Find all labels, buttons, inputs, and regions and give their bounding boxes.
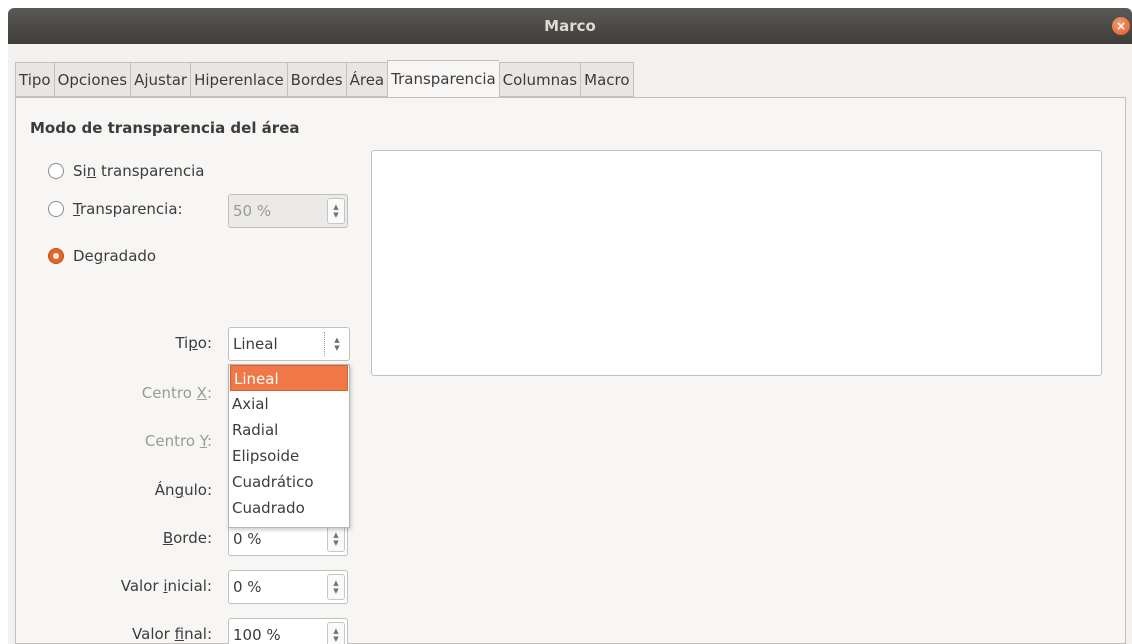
- close-icon[interactable]: ×: [1112, 17, 1130, 35]
- type-dropdown-list: Lineal Axial Radial Elipsoide Cuadrático…: [228, 364, 350, 528]
- gradient-label: Degradado: [73, 247, 157, 265]
- tab-area[interactable]: Área: [345, 62, 388, 97]
- center-x-label: Centro X:: [141, 384, 212, 402]
- dropdown-option-elipsoide[interactable]: Elipsoide: [229, 443, 349, 469]
- tab-tipo[interactable]: Tipo: [15, 62, 54, 97]
- start-value[interactable]: 0 %: [229, 578, 327, 596]
- radio-row-none[interactable]: Sin transparencia: [48, 162, 204, 180]
- window-title: Marco: [544, 17, 596, 35]
- preview-area: [371, 150, 1102, 376]
- end-value-spinbox[interactable]: 100 % ▲ ▼: [228, 618, 348, 644]
- spin-arrows-icon[interactable]: ▲ ▼: [327, 622, 345, 644]
- tab-bordes[interactable]: Bordes: [286, 62, 346, 97]
- start-value-label: Valor inicial:: [120, 577, 212, 595]
- gradient-radio[interactable]: [48, 248, 64, 264]
- spin-arrows-icon[interactable]: ▲ ▼: [327, 574, 345, 600]
- tab-hiperenlace[interactable]: Hiperenlace: [190, 62, 287, 97]
- radio-row-gradient[interactable]: Degradado: [48, 247, 156, 265]
- transparency-radio[interactable]: [48, 201, 64, 217]
- transparency-value: 50 %: [233, 202, 272, 220]
- tab-columnas[interactable]: Columnas: [498, 62, 581, 97]
- title-bar: Marco ×: [8, 8, 1132, 44]
- frame-dialog: Tipo Opciones Ajustar Hiperenlace Bordes…: [8, 44, 1132, 644]
- tab-opciones[interactable]: Opciones: [53, 62, 131, 97]
- border-label: Borde:: [162, 529, 212, 547]
- dropdown-option-radial[interactable]: Radial: [229, 417, 349, 443]
- chevron-updown-icon: ▲ ▼: [334, 336, 340, 352]
- border-value[interactable]: 0 %: [229, 530, 327, 548]
- type-label: Tipo:: [175, 334, 212, 352]
- end-value[interactable]: 100 %: [229, 626, 327, 644]
- dropdown-option-cuadratico[interactable]: Cuadrático: [229, 469, 349, 495]
- section-heading: Modo de transparencia del área: [30, 119, 300, 137]
- tab-ajustar[interactable]: Ajustar: [130, 62, 191, 97]
- center-y-label: Centro Y:: [144, 432, 212, 450]
- radio-row-transparency[interactable]: Transparencia:: [48, 200, 183, 218]
- spin-arrows-icon[interactable]: ▲ ▼: [327, 526, 345, 552]
- no-transparency-label: Sin transparencia: [73, 162, 205, 180]
- transparency-spinbox: 50 % ▲ ▼: [228, 194, 348, 228]
- transparency-label: Transparencia:: [73, 200, 183, 218]
- dropdown-option-cuadrado[interactable]: Cuadrado: [229, 495, 349, 521]
- end-value-label: Valor final:: [132, 625, 212, 643]
- dropdown-option-axial[interactable]: Axial: [229, 391, 349, 417]
- type-select[interactable]: Lineal ▲ ▼: [228, 327, 350, 361]
- spin-arrows-icon: ▲ ▼: [327, 198, 345, 224]
- dropdown-option-lineal[interactable]: Lineal: [230, 365, 348, 391]
- no-transparency-radio[interactable]: [48, 163, 64, 179]
- tab-bar: Tipo Opciones Ajustar Hiperenlace Bordes…: [15, 60, 634, 97]
- angle-label: Ángulo:: [154, 481, 212, 499]
- tab-transparencia[interactable]: Transparencia: [387, 60, 499, 97]
- type-select-value: Lineal: [229, 332, 325, 356]
- start-value-spinbox[interactable]: 0 % ▲ ▼: [228, 570, 348, 604]
- tab-macro[interactable]: Macro: [580, 62, 634, 97]
